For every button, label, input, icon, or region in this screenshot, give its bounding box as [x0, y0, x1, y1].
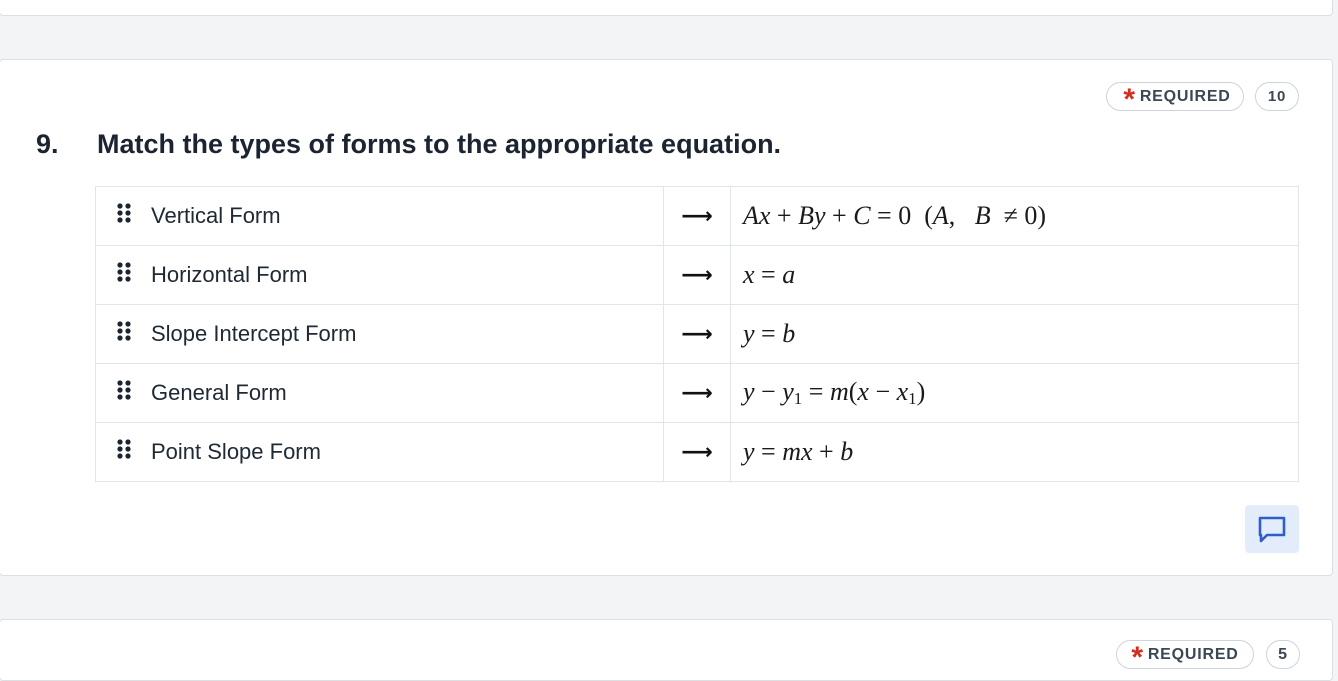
item-label: Slope Intercept Form — [151, 321, 357, 346]
match-row: Slope Intercept Form ⟶ y = b — [95, 304, 1299, 364]
question-number: 9. — [36, 129, 59, 159]
next-question-card: * REQUIRED 5 — [0, 619, 1333, 681]
equation: y = b — [743, 319, 796, 348]
equation: Ax + By + C = 0 (A, B ≠ 0) — [743, 201, 1047, 230]
comment-button[interactable] — [1245, 505, 1299, 553]
matching-table: Vertical Form ⟶ Ax + By + C = 0 (A, B ≠ … — [95, 186, 1299, 482]
match-target: y = b — [730, 304, 1299, 364]
arrow-right-icon: ⟶ — [681, 380, 713, 405]
match-row: General Form ⟶ y − y1 = m(x − x1) — [95, 363, 1299, 423]
asterisk-icon: * — [1123, 82, 1136, 116]
required-label: REQUIRED — [1139, 87, 1231, 105]
drag-handle-icon[interactable] — [116, 379, 132, 407]
match-row: Horizontal Form ⟶ x = a — [95, 245, 1299, 305]
equation: x = a — [743, 260, 796, 289]
arrow-right-icon: ⟶ — [681, 439, 713, 464]
draggable-item[interactable]: General Form — [95, 363, 664, 423]
match-row: Vertical Form ⟶ Ax + By + C = 0 (A, B ≠ … — [95, 186, 1299, 246]
match-target: y − y1 = m(x − x1) — [730, 363, 1299, 423]
question-text: Match the types of forms to the appropri… — [97, 129, 782, 159]
previous-question-card — [0, 0, 1333, 16]
arrow-right-icon: ⟶ — [681, 203, 713, 228]
item-label: General Form — [151, 380, 287, 405]
match-row: Point Slope Form ⟶ y = mx + b — [95, 422, 1299, 482]
draggable-item[interactable]: Point Slope Form — [95, 422, 664, 482]
points-badge: 10 — [1255, 82, 1299, 111]
equation: y = mx + b — [743, 437, 854, 466]
points-badge: 5 — [1266, 640, 1300, 669]
required-badge: * REQUIRED — [1106, 82, 1244, 114]
required-badge: * REQUIRED — [1116, 640, 1254, 674]
comment-icon — [1258, 516, 1286, 543]
draggable-item[interactable]: Vertical Form — [95, 186, 664, 246]
item-label: Vertical Form — [151, 203, 281, 228]
drag-handle-icon[interactable] — [116, 320, 132, 348]
arrow-right-icon: ⟶ — [681, 321, 713, 346]
asterisk-icon: * — [1131, 640, 1144, 674]
item-label: Point Slope Form — [151, 439, 321, 464]
required-label: REQUIRED — [1147, 645, 1239, 663]
drag-handle-icon[interactable] — [116, 261, 132, 289]
drag-handle-icon[interactable] — [116, 202, 132, 230]
question-card: * REQUIRED 10 9. Match the types of form… — [0, 59, 1333, 576]
arrow-right-icon: ⟶ — [681, 262, 713, 287]
draggable-item[interactable]: Horizontal Form — [95, 245, 664, 305]
match-target: x = a — [730, 245, 1299, 305]
equation: y − y1 = m(x − x1) — [743, 377, 926, 408]
match-target: y = mx + b — [730, 422, 1299, 482]
draggable-item[interactable]: Slope Intercept Form — [95, 304, 664, 364]
item-label: Horizontal Form — [151, 262, 308, 287]
match-target: Ax + By + C = 0 (A, B ≠ 0) — [730, 186, 1299, 246]
drag-handle-icon[interactable] — [116, 438, 132, 466]
